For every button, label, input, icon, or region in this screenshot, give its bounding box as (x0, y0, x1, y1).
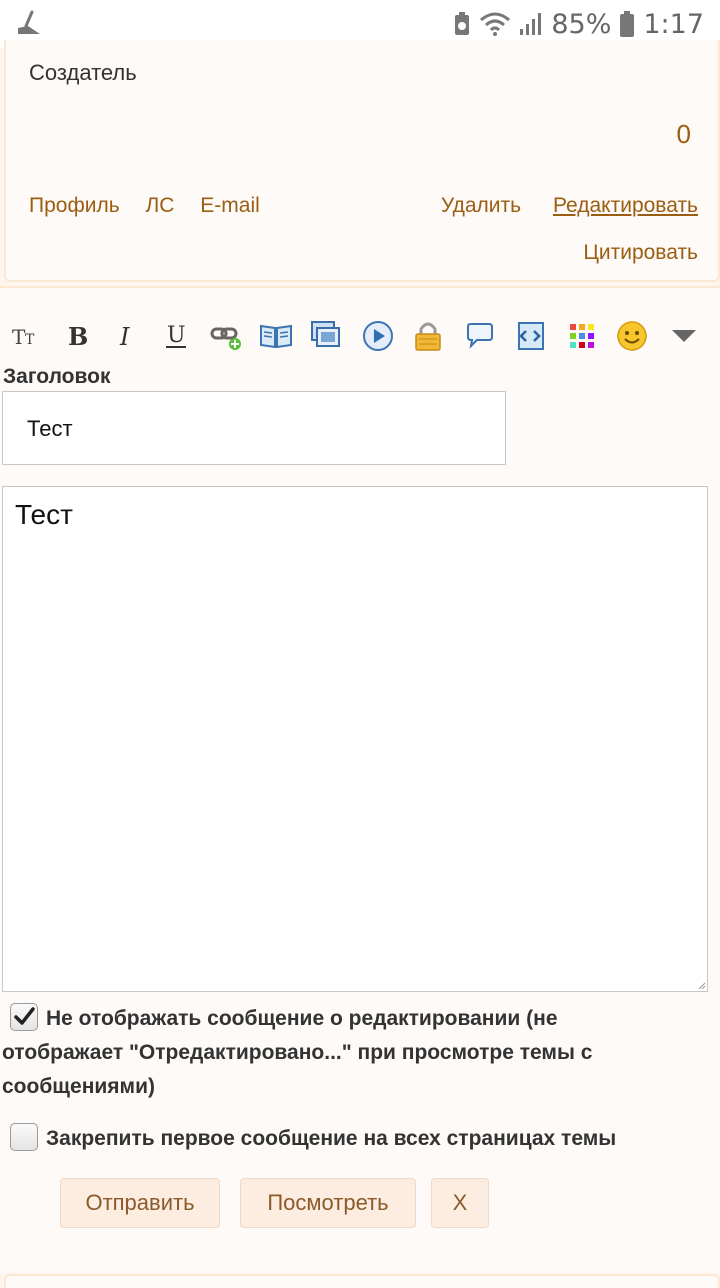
profile-link[interactable]: Профиль (29, 194, 120, 217)
smiley-icon[interactable] (614, 318, 650, 354)
gallery-icon[interactable] (308, 318, 344, 354)
author-role: Создатель (29, 60, 137, 85)
speech-bubble-icon[interactable] (462, 318, 498, 354)
hide-edit-notice-checkbox[interactable] (10, 1003, 38, 1031)
broom-icon (18, 10, 40, 34)
bold-icon[interactable]: B (58, 318, 94, 354)
signal-icon (520, 13, 542, 35)
post-author-links: Профиль ЛС E-mail (29, 194, 280, 218)
battery-percent: 85% (551, 8, 612, 40)
font-size-icon[interactable]: TT (8, 318, 44, 354)
post-count: 0 (676, 119, 691, 149)
title-input[interactable]: Тест (2, 391, 506, 465)
chevron-down-icon[interactable] (666, 318, 702, 354)
code-icon[interactable] (512, 318, 548, 354)
pin-first-post-label: Закрепить первое сообщение на всех стран… (46, 1127, 617, 1150)
svg-text:B: B (68, 323, 88, 349)
pin-first-post-option: Закрепить первое сообщение на всех стран… (2, 1122, 616, 1156)
next-post-card (4, 1274, 720, 1288)
preview-button[interactable]: Посмотреть (240, 1178, 416, 1228)
submit-button[interactable]: Отправить (60, 1178, 220, 1228)
svg-text:U: U (167, 323, 186, 348)
post-editor: TT B I U Заголовок Тест Тест Не отобража… (0, 286, 720, 1272)
insert-link-icon[interactable] (208, 318, 244, 354)
pin-first-post-checkbox[interactable] (10, 1123, 38, 1151)
color-palette-icon[interactable] (564, 318, 600, 354)
video-icon[interactable] (360, 318, 396, 354)
underline-icon[interactable]: U (158, 318, 194, 354)
checkmark-icon (14, 1007, 35, 1025)
private-message-link[interactable]: ЛС (146, 194, 175, 217)
post-card: Создатель 0 Профиль ЛС E-mail Удалить Ре… (4, 40, 720, 282)
lock-icon[interactable] (410, 318, 446, 354)
close-button[interactable]: X (431, 1178, 489, 1228)
hide-edit-notice-label: Не отображать сообщение о редактировании… (2, 1007, 593, 1098)
title-label: Заголовок (3, 365, 111, 388)
quote-link[interactable]: Цитировать (583, 241, 698, 265)
italic-icon[interactable]: I (108, 318, 144, 354)
hide-edit-notice-option: Не отображать сообщение о редактировании… (2, 1002, 642, 1104)
svg-text:T: T (25, 332, 35, 348)
book-icon[interactable] (258, 318, 294, 354)
message-text: Тест (15, 499, 73, 530)
edit-link[interactable]: Редактировать (553, 194, 698, 217)
editor-toolbar: TT B I U (0, 318, 720, 358)
delete-link[interactable]: Удалить (441, 194, 521, 217)
clock: 1:17 (643, 8, 704, 40)
battery-saver-icon (455, 12, 470, 35)
message-textarea[interactable]: Тест (2, 486, 708, 992)
battery-icon (620, 11, 635, 37)
svg-text:I: I (119, 323, 130, 349)
post-actions: Удалить Редактировать (415, 194, 698, 218)
resize-handle-icon[interactable] (696, 980, 706, 990)
wifi-icon (480, 12, 511, 36)
svg-text:T: T (12, 325, 26, 348)
email-link[interactable]: E-mail (200, 194, 260, 217)
